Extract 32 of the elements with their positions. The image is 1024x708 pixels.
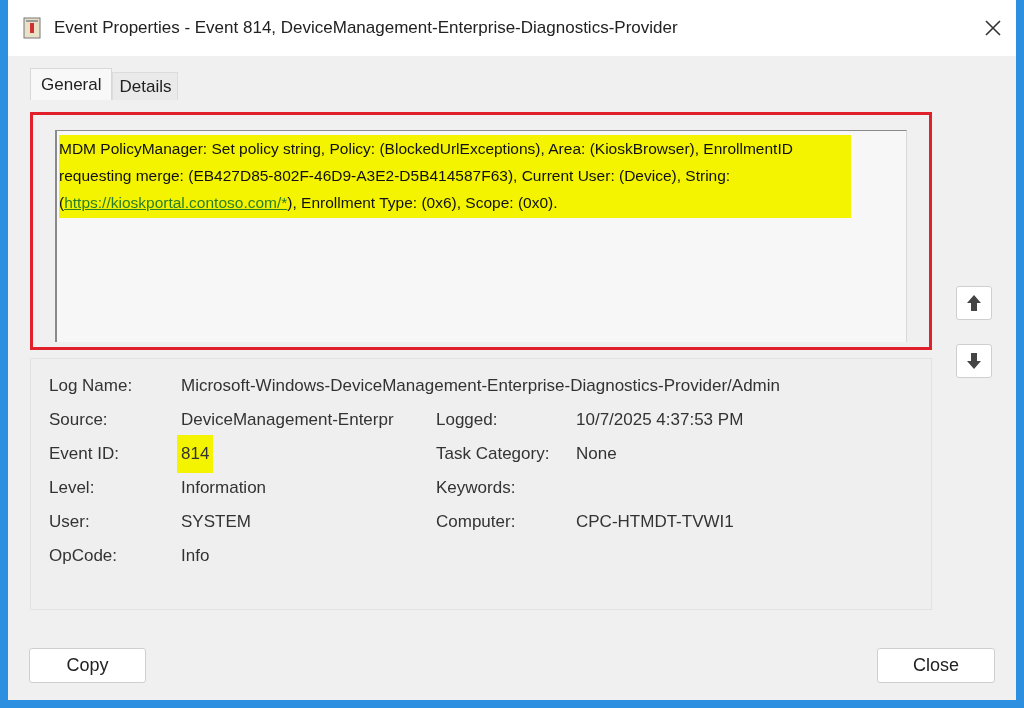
close-button[interactable]: Close — [877, 648, 995, 683]
field-value: None — [576, 443, 617, 466]
window-title: Event Properties - Event 814, DeviceManagement-Enterprise-Diagnostics-Provider — [54, 17, 678, 40]
tab[interactable]: Details — [112, 72, 179, 100]
field-value: SYSTEM — [181, 511, 251, 534]
copy-button[interactable]: Copy — [29, 648, 146, 683]
event-log-icon — [22, 17, 42, 39]
field-label: Task Category: — [436, 443, 551, 466]
field-value: 10/7/2025 4:37:53 PM — [576, 409, 744, 432]
arrow-up-icon — [966, 294, 982, 312]
field-label: Log Name: — [49, 375, 134, 398]
field-value: Information — [181, 477, 267, 500]
field-label: User: — [49, 511, 91, 534]
field-value: 814 — [177, 435, 214, 473]
field-label: Keywords: — [436, 477, 517, 500]
field-label: Source: — [49, 409, 109, 432]
field-label: Level: — [49, 477, 96, 500]
close-icon[interactable] — [984, 19, 1002, 37]
field-value: Info — [181, 545, 210, 568]
event-message: MDM PolicyManager: Set policy string, Policy: (BlockedUrlExceptions), Area: (KioskBrowser), EnrollmentID requesting merge: (EB427D85-802F-46D9-A3E2-D5B414587F63), Current User: (Device), String: (https://kioskportal.contoso.com/*), Enrollment Type: (0x6), Scope: (0x0). — [59, 135, 851, 218]
field-value: CPC-HTMDT-TVWI1 — [576, 511, 734, 534]
field-label: OpCode: — [49, 545, 119, 568]
field-label: Event ID: — [49, 443, 120, 466]
field-value: DeviceManagement-Enterpr — [181, 409, 394, 432]
arrow-down-icon — [966, 352, 982, 370]
field-value: Microsoft-Windows-DeviceManagement-Enterprise-Diagnostics-Provider/Admin — [181, 375, 780, 398]
field-label: Computer: — [436, 511, 517, 534]
tab[interactable]: General — [30, 68, 113, 100]
previous-event-button[interactable] — [956, 286, 992, 320]
field-label: Logged: — [436, 409, 499, 432]
url-link[interactable]: https://kioskportal.contoso.com/* — [64, 194, 288, 211]
next-event-button[interactable] — [956, 344, 992, 378]
